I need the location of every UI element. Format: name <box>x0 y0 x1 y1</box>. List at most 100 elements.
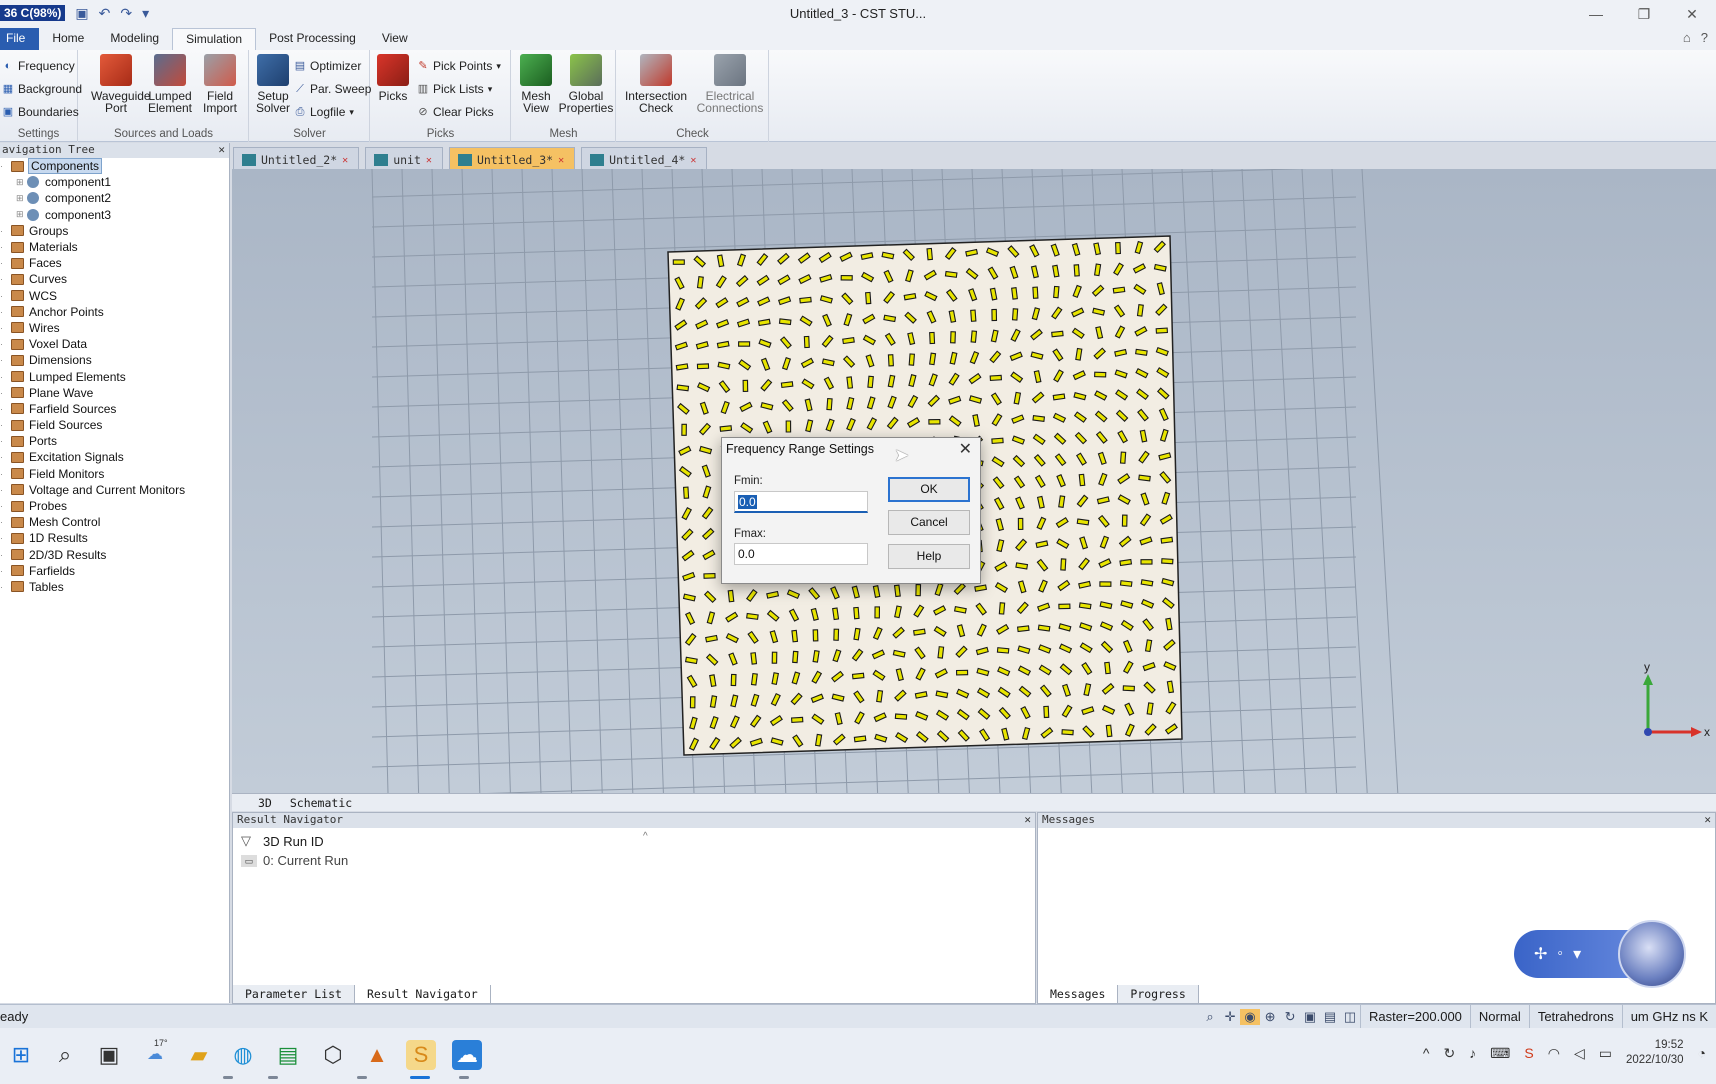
pan-icon[interactable]: ✛ <box>1220 1009 1240 1025</box>
electrical-connections-button[interactable]: Electrical Connections <box>693 54 767 114</box>
battery-icon[interactable]: ▭ <box>1599 1045 1612 1062</box>
collapse-ribbon-icon[interactable]: ⌂ <box>1683 30 1691 45</box>
tree-item[interactable]: ⊞ component2 <box>0 190 229 206</box>
tab-view[interactable]: View <box>369 28 421 50</box>
boundaries-button[interactable]: ▣ Boundaries <box>2 102 79 122</box>
view-mode[interactable]: Normal <box>1469 1005 1529 1029</box>
app-cube-icon[interactable]: ⬡ <box>318 1040 348 1070</box>
tree-connector-icon[interactable]: · <box>0 517 9 527</box>
fmax-input[interactable]: 0.0 <box>734 543 868 565</box>
expand-icon[interactable]: ⊞ <box>16 177 25 188</box>
tree-connector-icon[interactable]: · <box>0 566 9 576</box>
chevron-up-icon[interactable]: ^ <box>1423 1045 1430 1061</box>
help-icon[interactable]: ? <box>1701 30 1708 45</box>
tree-connector-icon[interactable]: · <box>0 323 9 333</box>
tree-item[interactable]: · Curves <box>0 271 229 287</box>
tree-connector-icon[interactable]: · <box>0 436 9 446</box>
mesh-view-button[interactable]: Mesh View <box>516 54 556 114</box>
clear-picks-button[interactable]: ⊘ Clear Picks <box>417 102 493 122</box>
tree-item[interactable]: · Farfields <box>0 563 229 579</box>
shirt-icon[interactable]: ▾ <box>1573 944 1581 964</box>
tree-item[interactable]: · Farfield Sources <box>0 401 229 417</box>
doc-tab-untitled-3[interactable]: Untitled_3* ✕ <box>448 147 576 169</box>
setup-solver-button[interactable]: Setup Solver <box>254 54 292 114</box>
tree-connector-icon[interactable]: · <box>0 404 9 414</box>
tree-item[interactable]: · Lumped Elements <box>0 368 229 384</box>
tree-connector-icon[interactable]: · <box>0 388 9 398</box>
tree-item[interactable]: · Voxel Data <box>0 336 229 352</box>
tree-connector-icon[interactable]: · <box>0 274 9 284</box>
tree-item[interactable]: · 1D Results <box>0 530 229 546</box>
matlab-icon[interactable]: ▲ <box>362 1040 392 1070</box>
background-button[interactable]: ▦ Background <box>2 79 82 99</box>
tree-connector-icon[interactable]: · <box>0 226 9 236</box>
close-icon[interactable]: ✕ <box>558 155 564 166</box>
dot-icon[interactable]: ◦ <box>1557 945 1563 963</box>
rotate-icon[interactable]: ◉ <box>1240 1009 1261 1025</box>
optimizer-button[interactable]: ▤ Optimizer <box>294 56 362 76</box>
doc-tab-untitled-2[interactable]: Untitled_2* ✕ <box>233 147 360 169</box>
par-sweep-button[interactable]: ⟋ Par. Sweep <box>294 79 371 99</box>
notification-icon[interactable]: ◔ <box>1698 1045 1706 1061</box>
expand-icon[interactable]: ⊞ <box>16 209 25 220</box>
tree-item[interactable]: ⊞ component3 <box>0 207 229 223</box>
tree-item[interactable]: ⊞ component1 <box>0 174 229 190</box>
clock[interactable]: 19:52 2022/10/30 <box>1626 1038 1684 1068</box>
tree-connector-icon[interactable]: · <box>0 533 9 543</box>
tree-item[interactable]: · Ports <box>0 433 229 449</box>
tab-schematic[interactable]: Schematic <box>290 796 352 810</box>
edge-icon[interactable]: ◍ <box>228 1040 258 1070</box>
tree-item[interactable]: · Tables <box>0 579 229 595</box>
tree-item[interactable]: · Excitation Signals <box>0 449 229 465</box>
collapse-arrow-icon[interactable]: ^ <box>643 831 648 842</box>
tree-item[interactable]: · Mesh Control <box>0 514 229 530</box>
tree-connector-icon[interactable]: · <box>0 420 9 430</box>
wechat-icon[interactable]: ▤ <box>273 1040 303 1070</box>
mesh-type[interactable]: Tetrahedrons <box>1528 1005 1622 1029</box>
zoom-in-icon[interactable]: ⊕ <box>1260 1009 1280 1025</box>
tab-home[interactable]: Home <box>39 28 97 50</box>
sync-icon[interactable]: ↻ <box>1443 1045 1455 1062</box>
tree-item[interactable]: · Anchor Points <box>0 304 229 320</box>
tree-item[interactable]: · Materials <box>0 239 229 255</box>
tree-connector-icon[interactable]: · <box>0 161 9 171</box>
tree-connector-icon[interactable]: · <box>0 307 9 317</box>
keyboard-icon[interactable]: ⌨ <box>1490 1045 1510 1062</box>
tree-item[interactable]: · Probes <box>0 498 229 514</box>
restore-button[interactable]: ❐ <box>1624 2 1664 26</box>
raster-readout[interactable]: Raster=200.000 <box>1360 1005 1470 1029</box>
avatar[interactable] <box>1618 920 1686 988</box>
tree-item[interactable]: · Field Sources <box>0 417 229 433</box>
lumped-element-button[interactable]: Lumped Element <box>147 54 193 114</box>
antivirus-icon[interactable]: S <box>1524 1045 1533 1061</box>
close-icon[interactable]: ✕ <box>426 155 432 166</box>
tree-connector-icon[interactable]: · <box>0 258 9 268</box>
close-icon[interactable]: ✕ <box>342 155 348 166</box>
frequency-button[interactable]: ◐ Frequency <box>2 56 75 76</box>
fmin-input[interactable]: 0.0 <box>734 491 868 513</box>
tab-messages[interactable]: Messages <box>1038 985 1119 1003</box>
tree-connector-icon[interactable]: · <box>0 582 9 592</box>
tree-connector-icon[interactable]: · <box>0 291 9 301</box>
tree-connector-icon[interactable]: · <box>0 372 9 382</box>
run-id-row[interactable]: ▽ 3D Run ID <box>241 833 324 849</box>
tree-connector-icon[interactable]: · <box>0 485 9 495</box>
tree-item[interactable]: · Components <box>0 158 229 175</box>
microphone-icon[interactable]: ♪ <box>1469 1045 1476 1061</box>
cube-view-icon[interactable]: ◫ <box>1340 1009 1360 1025</box>
field-import-button[interactable]: Field Import <box>199 54 241 114</box>
tab-file[interactable]: File <box>0 28 40 50</box>
spin-icon[interactable]: ↻ <box>1280 1009 1300 1025</box>
zoom-icon[interactable]: ⌕ <box>1200 1009 1220 1025</box>
ime-icon[interactable]: ✢ <box>1534 944 1547 964</box>
tree-connector-icon[interactable]: · <box>0 339 9 349</box>
units[interactable]: um GHz ns K <box>1621 1005 1716 1029</box>
tree-connector-icon[interactable]: · <box>0 452 9 462</box>
doc-tab-unit[interactable]: unit ✕ <box>365 147 443 169</box>
pick-lists-button[interactable]: ▥ Pick Lists ▾ <box>417 79 492 99</box>
cancel-button[interactable]: Cancel <box>888 510 970 535</box>
tree-item[interactable]: · WCS <box>0 288 229 304</box>
logfile-button[interactable]: ⎙ Logfile ▾ <box>294 102 354 122</box>
tree-item[interactable]: · Voltage and Current Monitors <box>0 482 229 498</box>
global-properties-button[interactable]: Global Properties <box>558 54 614 114</box>
